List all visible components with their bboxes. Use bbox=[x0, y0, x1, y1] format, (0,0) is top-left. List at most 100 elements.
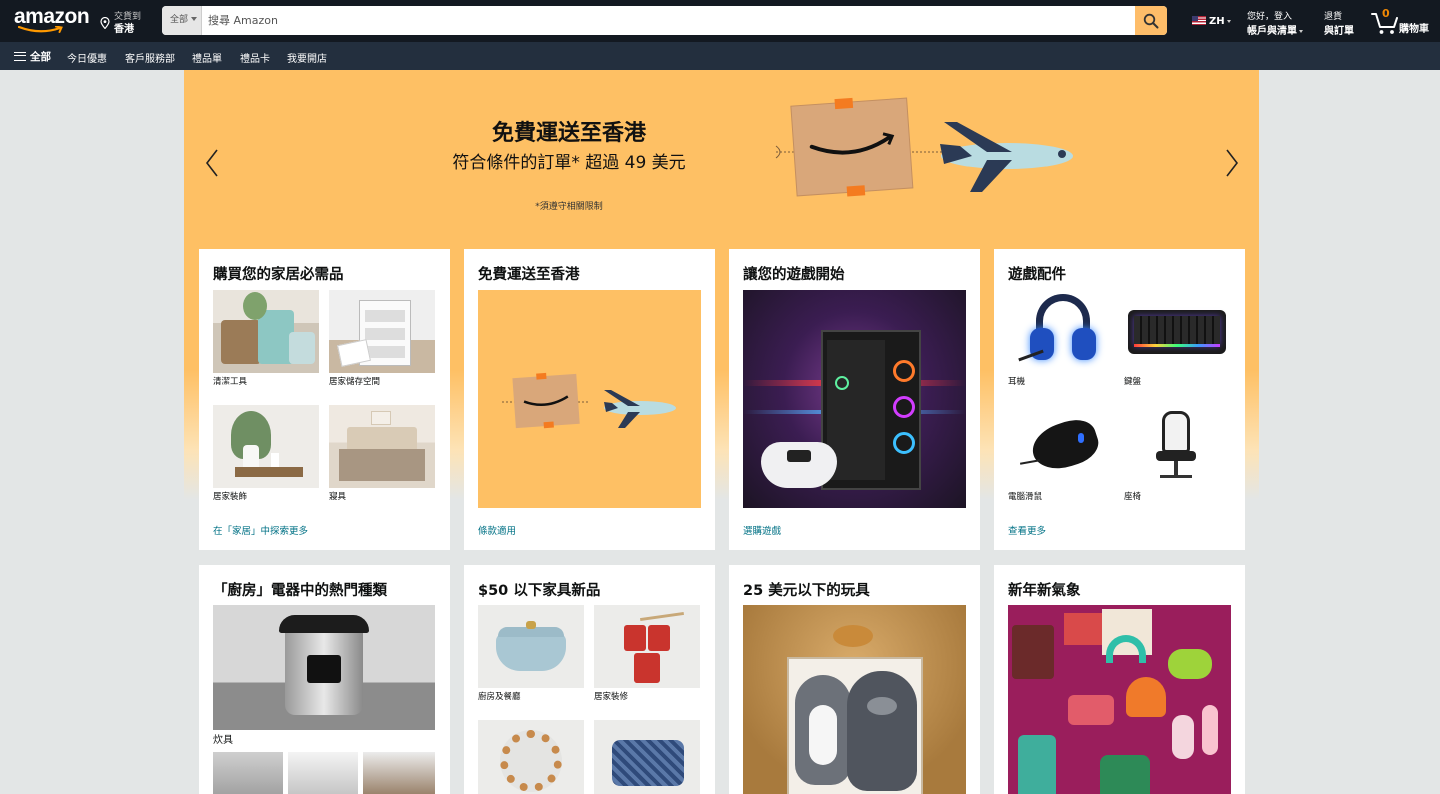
card-title: 新年新氣象 bbox=[1008, 583, 1081, 599]
tile-home-improvement[interactable]: 居家裝修 bbox=[594, 605, 700, 702]
tile-home-decor[interactable]: 居家裝飾 bbox=[213, 405, 319, 502]
search-icon bbox=[1143, 13, 1159, 28]
header-bar: amazon 交貨到 香港 全部 ZH 您好，登入 帳戶與清單 退貨 與訂單 bbox=[0, 0, 1440, 42]
tile-mouse[interactable]: 電腦滑鼠 bbox=[1008, 405, 1114, 502]
logo-wordmark: amazon bbox=[14, 5, 90, 28]
card-toys-under-25: 25 美元以下的玩具 bbox=[729, 565, 980, 794]
hamburger-icon bbox=[14, 52, 26, 61]
tile-chair[interactable]: 座椅 bbox=[1124, 405, 1230, 502]
card-furniture-under-50: $50 以下家具新品 廚房及餐廳 居家裝修 bbox=[464, 565, 715, 794]
home-decor-image bbox=[213, 405, 319, 488]
cookware-image[interactable] bbox=[213, 605, 435, 730]
tile-caption: 居家裝飾 bbox=[213, 492, 248, 502]
department-label: 全部 bbox=[170, 15, 189, 25]
tile-headphones[interactable]: 耳機 bbox=[1008, 290, 1114, 387]
card-kitchen-appliances: 「廚房」電器中的熱門種類 炊具 bbox=[199, 565, 450, 794]
sub-navigation: 全部 今日優惠 客戶服務部 禮品單 禮品卡 我要開店 bbox=[0, 42, 1440, 70]
tile-caption: 清潔工具 bbox=[213, 377, 248, 387]
card-title: 免費運送至香港 bbox=[478, 267, 580, 283]
bedding-image bbox=[329, 405, 435, 488]
package-airplane-illustration bbox=[775, 97, 1073, 197]
orders-label: 與訂單 bbox=[1324, 26, 1354, 37]
nav-item-todays-deals[interactable]: 今日優惠 bbox=[67, 50, 107, 65]
card-home-essentials: 購買您的家居必需品 清潔工具 居家儲存空間 居家裝飾 寢具 在「家居」中探索更多 bbox=[199, 249, 450, 550]
card-link[interactable]: 查看更多 bbox=[1008, 523, 1046, 537]
tile-caption: 廚房及餐廳 bbox=[478, 692, 521, 702]
card-link[interactable]: 條款適用 bbox=[478, 523, 516, 537]
free-shipping-image[interactable] bbox=[478, 290, 701, 508]
tile-caption: 居家儲存空間 bbox=[329, 377, 381, 387]
pillow-image[interactable] bbox=[594, 720, 700, 794]
cart-count: 0 bbox=[1382, 7, 1390, 20]
search-button[interactable] bbox=[1135, 6, 1167, 35]
card-title: 25 美元以下的玩具 bbox=[743, 583, 870, 599]
card-title: 購買您的家居必需品 bbox=[213, 267, 344, 283]
cleaning-tools-image bbox=[213, 290, 319, 373]
tile-caption: 鍵盤 bbox=[1124, 377, 1142, 387]
nav-item-gift-cards[interactable]: 禮品卡 bbox=[240, 50, 270, 65]
home-storage-image bbox=[329, 290, 435, 373]
home-improvement-image bbox=[594, 605, 700, 688]
card-title: 讓您的遊戲開始 bbox=[743, 267, 845, 283]
tile-keyboard[interactable]: 鍵盤 bbox=[1124, 290, 1230, 387]
cart-label: 購物車 bbox=[1399, 24, 1429, 35]
all-menu-label: 全部 bbox=[30, 51, 51, 63]
chevron-down-icon bbox=[191, 17, 198, 21]
tile-caption: 電腦滑鼠 bbox=[1008, 492, 1043, 502]
tile-caption: 寢具 bbox=[329, 492, 347, 502]
card-free-shipping: 免費運送至香港 條款適用 bbox=[464, 249, 715, 550]
returns-label: 退貨 bbox=[1324, 12, 1343, 22]
hero-headline: 免費運送至香港 bbox=[491, 121, 646, 146]
card-title: $50 以下家具新品 bbox=[478, 583, 601, 599]
mouse-image bbox=[1008, 405, 1114, 488]
language-code: ZH bbox=[1209, 16, 1225, 27]
returns-orders[interactable]: 退貨 與訂單 bbox=[1324, 9, 1354, 37]
coffee-maker-image[interactable] bbox=[213, 752, 283, 794]
carousel-next-arrow-icon[interactable] bbox=[1224, 148, 1240, 178]
chevron-down-icon bbox=[1299, 30, 1303, 33]
account-greeting: 您好，登入 bbox=[1247, 12, 1293, 22]
card-link[interactable]: 選購遊戲 bbox=[743, 523, 781, 537]
tile-bedding[interactable]: 寢具 bbox=[329, 405, 435, 502]
headphones-image bbox=[1008, 290, 1114, 373]
deliver-location: 香港 bbox=[114, 24, 134, 35]
hero-footnote: *須遵守相關限制 bbox=[535, 202, 603, 212]
chair-image bbox=[1124, 405, 1230, 488]
tile-kitchen-dining[interactable]: 廚房及餐廳 bbox=[478, 605, 584, 702]
search-department-select[interactable]: 全部 bbox=[162, 6, 202, 35]
card-new-year: 新年新氣象 bbox=[994, 565, 1245, 794]
account-label: 帳戶與清單 bbox=[1247, 26, 1297, 37]
card-title: 遊戲配件 bbox=[1008, 267, 1066, 283]
tile-caption: 耳機 bbox=[1008, 377, 1026, 387]
keyboard-image bbox=[1124, 290, 1230, 373]
carousel-prev-arrow-icon[interactable] bbox=[204, 148, 220, 178]
mirror-image[interactable] bbox=[478, 720, 584, 794]
card-title: 「廚房」電器中的熱門種類 bbox=[213, 583, 387, 599]
search-bar: 全部 bbox=[162, 6, 1167, 35]
cart-button[interactable]: 0 購物車 bbox=[1370, 7, 1432, 36]
kitchen-dining-image bbox=[478, 605, 584, 688]
tile-caption: 炊具 bbox=[213, 735, 233, 746]
all-menu-button[interactable]: 全部 bbox=[14, 49, 51, 64]
nav-item-customer-service[interactable]: 客戶服務部 bbox=[125, 50, 175, 65]
card-link[interactable]: 在「家居」中探索更多 bbox=[213, 523, 308, 537]
nav-item-sell[interactable]: 我要開店 bbox=[287, 50, 327, 65]
pots-image[interactable] bbox=[288, 752, 358, 794]
tile-home-storage[interactable]: 居家儲存空間 bbox=[329, 290, 435, 387]
nav-item-registry[interactable]: 禮品單 bbox=[192, 50, 222, 65]
search-input[interactable] bbox=[202, 6, 1135, 35]
language-selector[interactable]: ZH bbox=[1192, 16, 1231, 27]
new-year-collage-image[interactable] bbox=[1008, 605, 1231, 794]
account-menu[interactable]: 您好，登入 帳戶與清單 bbox=[1247, 9, 1303, 37]
kettle-image[interactable] bbox=[363, 752, 435, 794]
tile-caption: 居家裝修 bbox=[594, 692, 629, 702]
gaming-pc-image[interactable] bbox=[743, 290, 966, 508]
us-flag-icon bbox=[1192, 16, 1206, 25]
location-pin-icon bbox=[100, 17, 110, 29]
card-gaming: 讓您的遊戲開始 選購遊戲 bbox=[729, 249, 980, 550]
tile-cleaning-tools[interactable]: 清潔工具 bbox=[213, 290, 319, 387]
toys-image[interactable] bbox=[743, 605, 966, 794]
package-airplane-illustration bbox=[502, 372, 676, 429]
amazon-logo[interactable]: amazon bbox=[14, 5, 90, 36]
chevron-down-icon bbox=[1226, 20, 1231, 23]
